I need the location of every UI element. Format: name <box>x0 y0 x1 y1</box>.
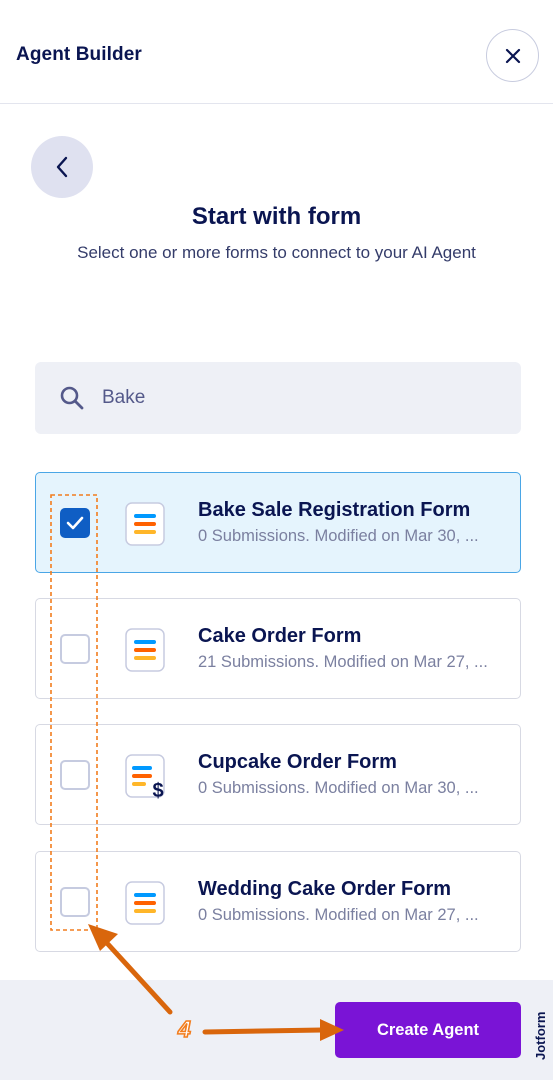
page-subtitle: Select one or more forms to connect to y… <box>77 243 476 262</box>
form-title: Wedding Cake Order Form <box>198 878 452 900</box>
chevron-left-icon <box>56 156 68 178</box>
form-title: Cake Order Form <box>198 625 362 647</box>
back-button[interactable] <box>31 136 93 198</box>
form-checkbox[interactable] <box>60 508 90 538</box>
form-icon <box>125 502 165 546</box>
svg-text:Jotform: Jotform <box>533 1012 548 1060</box>
form-meta: 21 Submissions. Modified on Mar 27, ... <box>198 653 488 671</box>
checkmark-icon <box>66 516 84 530</box>
form-card-wedding-cake[interactable]: Wedding Cake Order Form 0 Submissions. M… <box>35 851 521 952</box>
annotation-step-number: 4 <box>177 1015 191 1043</box>
close-icon <box>505 48 520 63</box>
close-button[interactable] <box>486 29 539 82</box>
search-icon <box>60 386 84 410</box>
form-title: Bake Sale Registration Form <box>198 499 471 521</box>
form-checkbox[interactable] <box>60 887 90 917</box>
search-input[interactable] <box>102 382 502 414</box>
form-icon <box>125 628 165 672</box>
form-icon <box>125 881 165 925</box>
form-card-bake-sale[interactable]: Bake Sale Registration Form 0 Submission… <box>35 472 521 573</box>
svg-text:$: $ <box>152 780 163 800</box>
header-title: Agent Builder <box>16 44 142 65</box>
form-meta: 0 Submissions. Modified on Mar 30, ... <box>198 779 479 797</box>
form-checkbox[interactable] <box>60 760 90 790</box>
form-meta: 0 Submissions. Modified on Mar 27, ... <box>198 906 479 924</box>
search-box <box>35 362 521 434</box>
form-meta: 0 Submissions. Modified on Mar 30, ... <box>198 527 479 545</box>
page-title: Start with form <box>191 203 362 230</box>
form-checkbox[interactable] <box>60 634 90 664</box>
footer-bar: Create Agent Jotform <box>0 980 553 1080</box>
create-agent-button[interactable]: Create Agent <box>335 1002 521 1058</box>
payment-form-icon: $ <box>125 754 165 800</box>
form-card-cupcake-order[interactable]: $ Cupcake Order Form 0 Submissions. Modi… <box>35 724 521 825</box>
jotform-logo: Jotform <box>533 1012 548 1060</box>
form-title: Cupcake Order Form <box>198 751 397 773</box>
form-card-cake-order[interactable]: Cake Order Form 21 Submissions. Modified… <box>35 598 521 699</box>
header: Agent Builder <box>0 0 553 104</box>
